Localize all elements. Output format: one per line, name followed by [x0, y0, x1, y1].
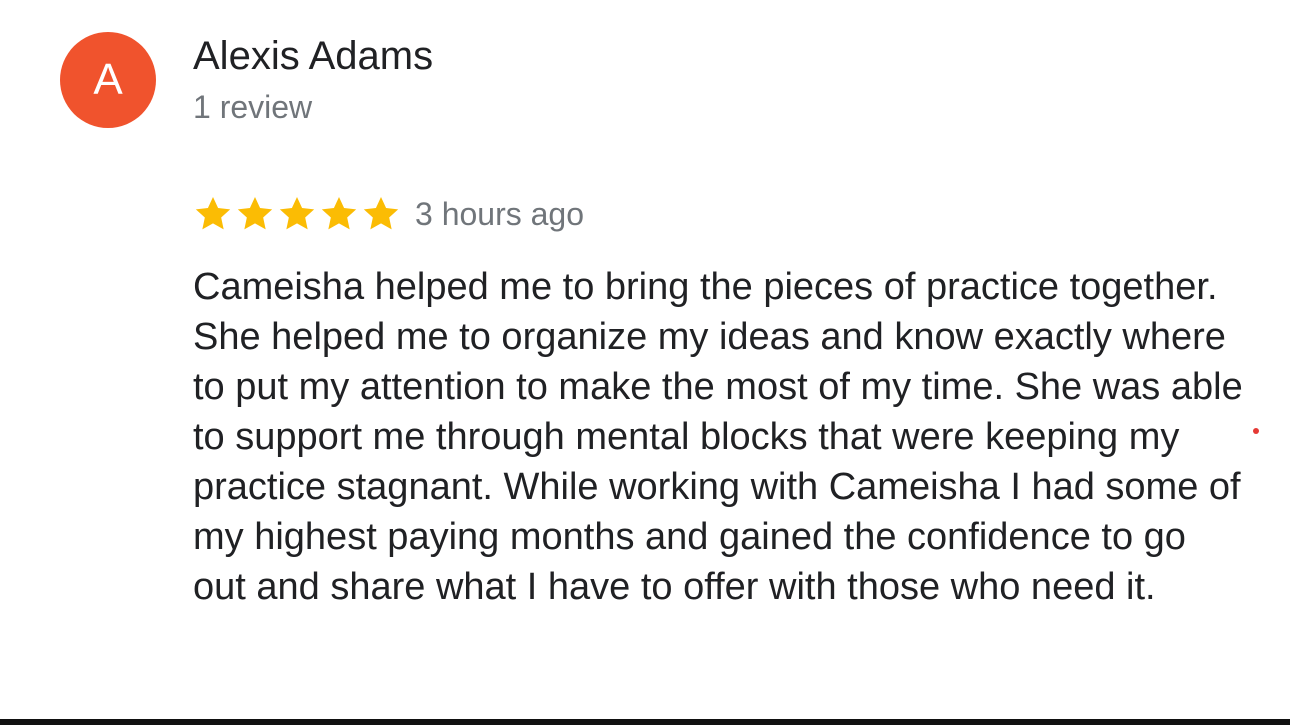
- review-rating-row: 3 hours ago: [193, 192, 584, 236]
- reviewer-review-count: 1 review: [193, 89, 313, 125]
- star-icon: [279, 197, 315, 230]
- indicator-dot: [1253, 428, 1259, 434]
- reviewer-name[interactable]: Alexis Adams: [193, 33, 433, 79]
- review-timestamp: 3 hours ago: [415, 196, 585, 232]
- star-icon: [195, 197, 231, 230]
- star-icon: [237, 197, 273, 230]
- review-text: Cameisha helped me to bring the pieces o…: [193, 266, 1243, 608]
- star-icon: [363, 197, 399, 230]
- star-icon: [321, 197, 357, 230]
- avatar-letter: A: [93, 55, 123, 104]
- bottom-divider: [0, 719, 1290, 725]
- reviewer-avatar[interactable]: A: [60, 32, 156, 128]
- star-rating: [193, 194, 403, 234]
